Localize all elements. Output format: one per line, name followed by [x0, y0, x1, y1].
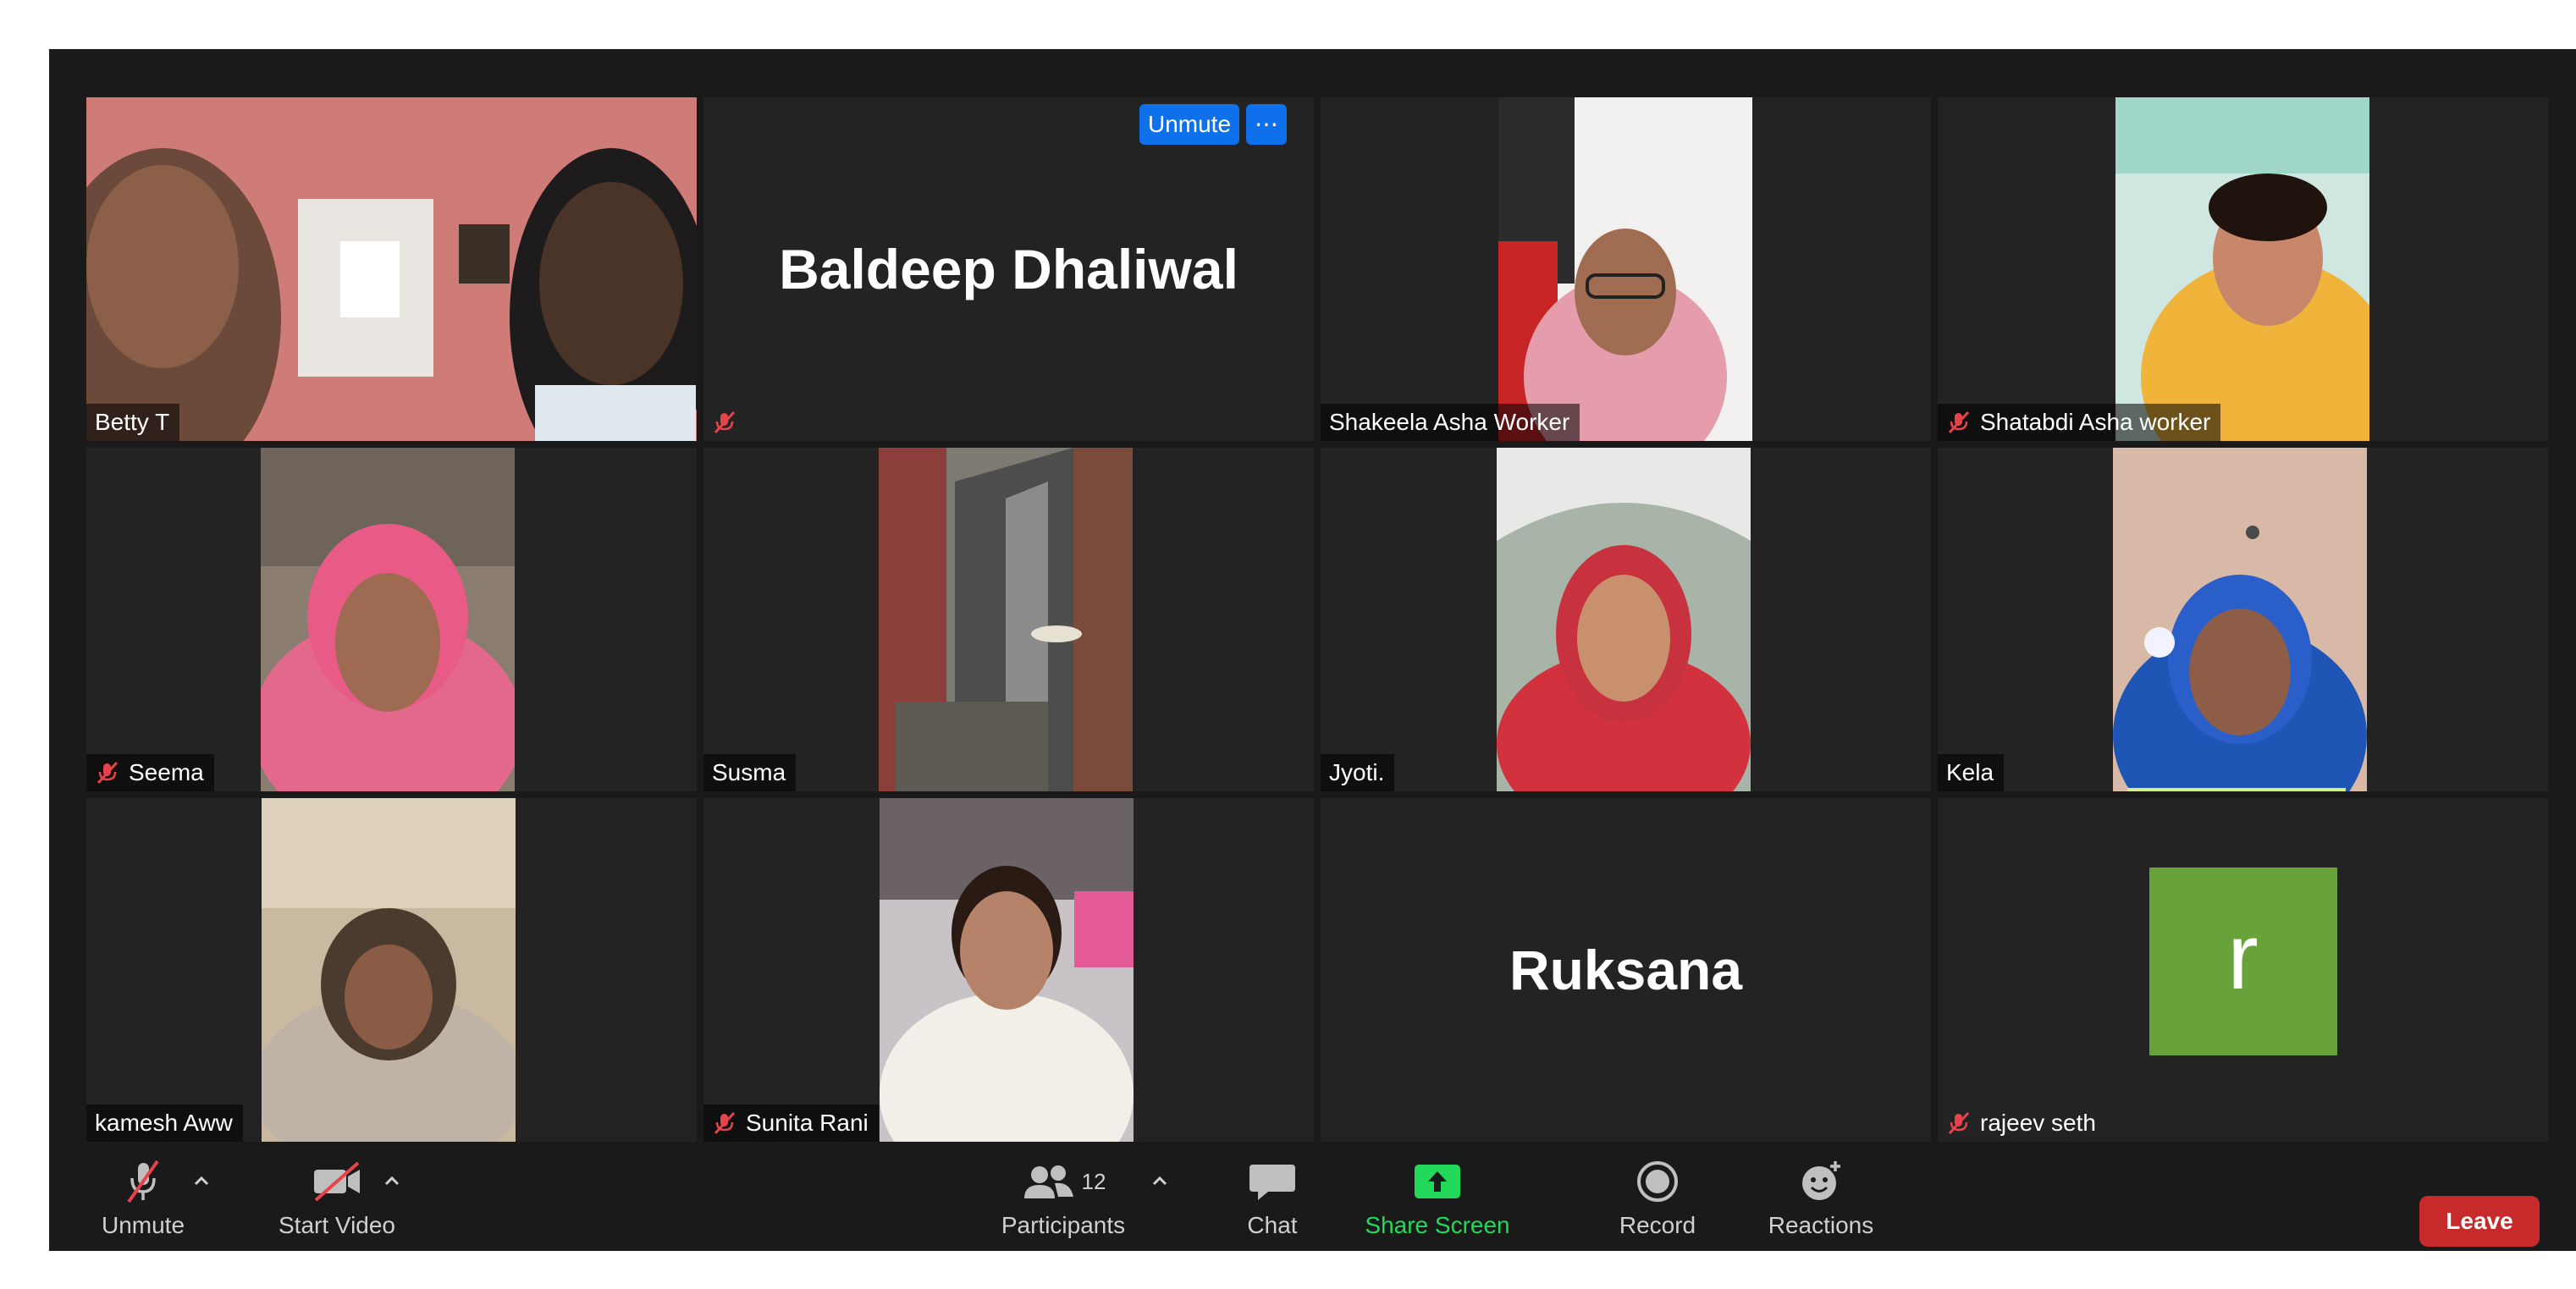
participant-name-label: Susma — [703, 754, 797, 791]
participant-video — [879, 448, 1133, 791]
meeting-window: Betty T Baldeep Dhaliwal Unmute ⋯ Shakee… — [49, 49, 2576, 1251]
participant-tile-shakeela[interactable]: Shakeela Asha Worker — [1321, 97, 1931, 441]
participants-icon-group: 12 — [1021, 1156, 1106, 1207]
participant-video — [880, 798, 1134, 1142]
participant-name: Shakeela Asha Worker — [1329, 409, 1570, 435]
participant-video — [1497, 448, 1751, 791]
leave-button[interactable]: Leave — [2419, 1196, 2540, 1247]
unmute-label: Unmute — [101, 1212, 185, 1238]
record-icon — [1637, 1161, 1678, 1202]
participant-name: Betty T — [95, 409, 170, 435]
participant-name-label: Sunita Rani — [703, 1104, 879, 1142]
participant-tile-kela[interactable]: Kela — [1938, 448, 2548, 791]
mic-muted-icon — [97, 761, 119, 785]
participant-name-label: Kela — [1938, 754, 2005, 791]
participant-tile-shatabdi[interactable]: Shatabdi Asha worker — [1938, 97, 2548, 441]
unmute-button[interactable]: Unmute — [88, 1156, 198, 1249]
share-screen-icon — [1415, 1165, 1460, 1198]
participant-tile-jyoti[interactable]: Jyoti. — [1321, 448, 1931, 791]
mic-muted-icon — [1948, 410, 1970, 434]
chat-label: Chat — [1247, 1212, 1298, 1238]
reactions-icon — [1802, 1161, 1840, 1200]
participant-tile-kamesh-aww[interactable]: kamesh Aww — [86, 798, 697, 1142]
participant-video — [262, 798, 516, 1142]
participant-video — [261, 448, 515, 791]
participant-name-label: kamesh Aww — [86, 1104, 243, 1142]
unmute-participant-button[interactable]: Unmute — [1139, 104, 1239, 145]
mic-muted-icon — [127, 1160, 159, 1204]
participant-name: Shatabdi Asha worker — [1980, 409, 2211, 435]
participant-avatar: r — [2149, 868, 2337, 1055]
chat-icon — [1249, 1165, 1295, 1200]
participant-tile-sunita-rani[interactable]: Sunita Rani — [703, 798, 1314, 1142]
participant-tile-seema[interactable]: Seema — [86, 448, 697, 791]
participant-name-label: Jyoti. — [1321, 754, 1395, 791]
participant-name: Seema — [129, 759, 204, 785]
participant-display-name: Ruksana — [1509, 939, 1743, 1001]
participants-icon — [1023, 1165, 1073, 1198]
record-label: Record — [1619, 1212, 1696, 1238]
record-button[interactable]: Record — [1607, 1156, 1708, 1249]
participants-count: 12 — [1081, 1168, 1106, 1194]
share-screen-label: Share Screen — [1365, 1212, 1510, 1238]
participant-name: Sunita Rani — [746, 1110, 869, 1136]
participant-name-label: Seema — [86, 754, 214, 791]
participant-tile-betty-t[interactable]: Betty T — [86, 97, 697, 441]
participant-name-label: Shakeela Asha Worker — [1321, 404, 1580, 441]
participants-label: Participants — [1001, 1212, 1126, 1238]
participant-video — [2115, 97, 2369, 441]
participant-video — [2113, 448, 2367, 791]
participants-button[interactable]: 12 Participants — [987, 1156, 1139, 1249]
participant-name: Jyoti. — [1329, 759, 1385, 785]
video-off-icon — [314, 1161, 360, 1202]
reactions-button[interactable]: Reactions — [1757, 1156, 1884, 1249]
participant-display-name: Baldeep Dhaliwal — [779, 238, 1238, 300]
chevron-up-icon[interactable] — [382, 1171, 402, 1192]
share-screen-button[interactable]: Share Screen — [1353, 1156, 1522, 1249]
speaking-indicator — [2127, 788, 2346, 791]
mic-muted-icon — [714, 410, 736, 434]
mic-muted-icon — [1948, 1111, 1970, 1135]
participant-name: Susma — [712, 759, 786, 785]
participant-tile-rajeev-seth[interactable]: r rajeev seth — [1938, 798, 2548, 1142]
participant-name-label: Betty T — [86, 404, 180, 441]
start-video-label: Start Video — [278, 1212, 396, 1238]
participant-tile-susma[interactable]: Susma — [703, 448, 1314, 791]
mic-muted-icon — [714, 1111, 736, 1135]
participant-name-label: Shatabdi Asha worker — [1938, 404, 2221, 441]
chevron-up-icon[interactable] — [1150, 1171, 1170, 1192]
chevron-up-icon[interactable] — [191, 1171, 212, 1192]
participant-video — [86, 97, 697, 441]
more-options-button[interactable]: ⋯ — [1246, 104, 1287, 145]
participant-name: kamesh Aww — [95, 1110, 233, 1136]
chat-button[interactable]: Chat — [1226, 1156, 1319, 1249]
participant-name-label: rajeev seth — [1938, 1104, 2106, 1142]
meeting-toolbar: Unmute Start Video 12 Participants Chat … — [49, 1149, 2576, 1251]
start-video-button[interactable]: Start Video — [252, 1156, 422, 1249]
participant-name: rajeev seth — [1980, 1110, 2096, 1136]
participant-tile-baldeep-dhaliwal[interactable]: Baldeep Dhaliwal Unmute ⋯ — [703, 97, 1314, 441]
participant-video — [1498, 97, 1752, 441]
participant-name: Kela — [1946, 759, 1994, 785]
participant-name-label — [703, 404, 747, 441]
participant-tile-ruksana[interactable]: Ruksana — [1321, 798, 1931, 1142]
reactions-label: Reactions — [1768, 1212, 1874, 1238]
